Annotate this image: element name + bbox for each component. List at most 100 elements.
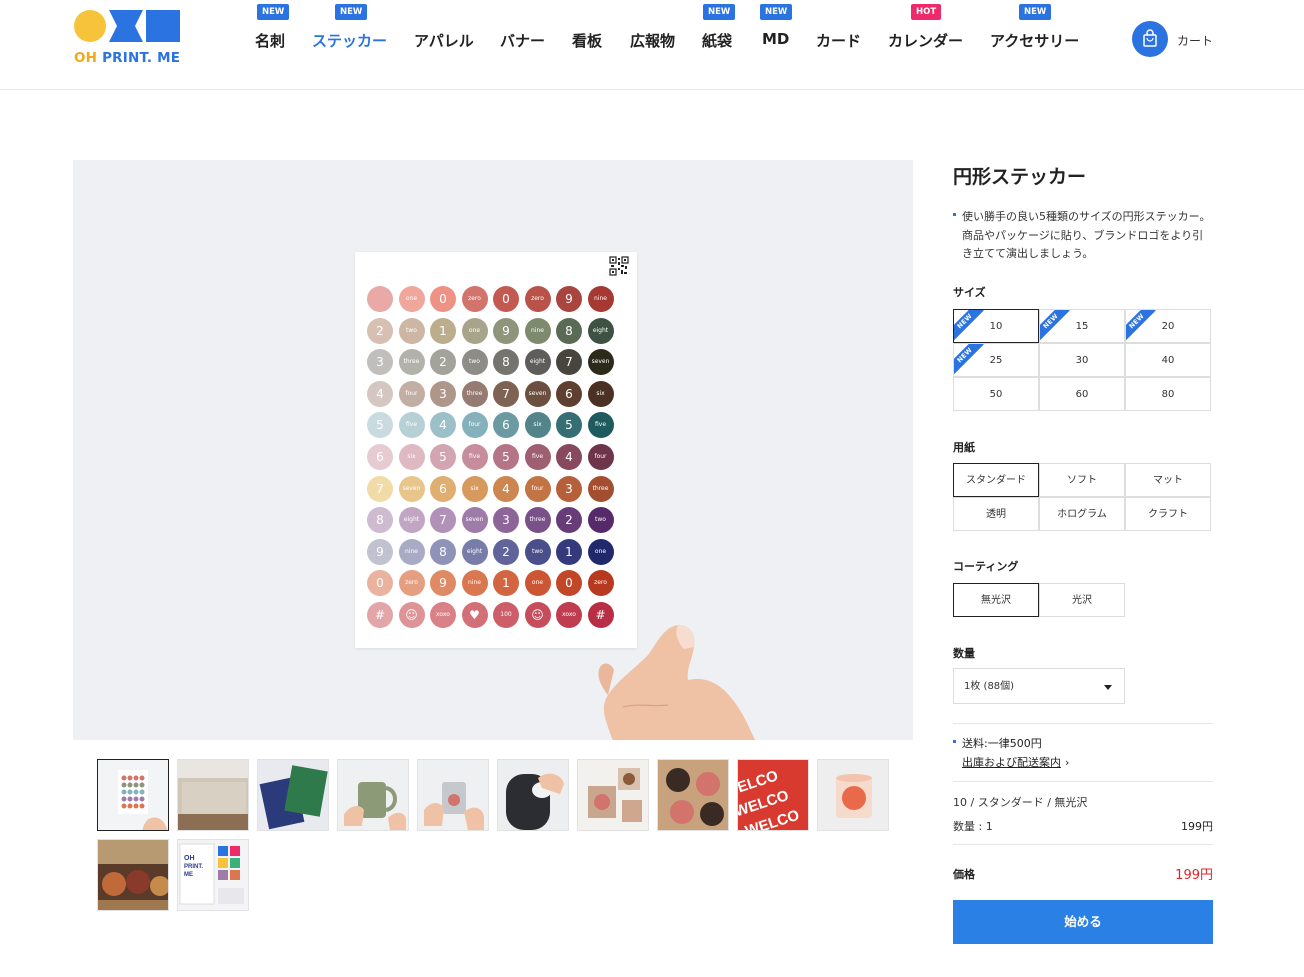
thumbnail-cards[interactable] xyxy=(257,759,329,831)
sticker-dot-label: eight xyxy=(466,547,483,555)
sticker-dot-label: xoxo xyxy=(436,611,450,618)
sticker-dot-label: ☺ xyxy=(531,608,544,622)
sticker-dot: zero xyxy=(461,286,488,312)
option-label: 15 xyxy=(1075,321,1089,332)
sticker-dot: 1 xyxy=(556,538,582,565)
size-option[interactable]: 30 xyxy=(1039,343,1125,377)
option-label: ホログラム xyxy=(1057,509,1107,520)
thumbnail-sticker-sheet[interactable] xyxy=(97,759,169,831)
nav-item-4[interactable]: 看板 xyxy=(572,30,602,51)
sticker-dot: two xyxy=(524,538,551,565)
sticker-dot-label: seven xyxy=(465,516,484,524)
nav-item-1[interactable]: ステッカー xyxy=(312,30,387,51)
paper-option[interactable]: 透明 xyxy=(953,497,1039,531)
sticker-dot: 6 xyxy=(493,412,519,439)
logo-bowtie-mark xyxy=(109,10,143,42)
thumbnail-cup[interactable] xyxy=(417,759,489,831)
nav-item-3[interactable]: バナー xyxy=(500,30,545,51)
sticker-dot-label: one xyxy=(531,579,544,587)
sticker-dot: two xyxy=(461,349,488,376)
thumbnail-welcome[interactable]: WELCO WELCO WELCO xyxy=(737,759,809,831)
nav-item-8[interactable]: カード xyxy=(816,30,861,51)
size-option[interactable]: 50 xyxy=(953,377,1039,411)
size-option[interactable]: NEW 10 xyxy=(953,309,1039,343)
thumbnail-booklet[interactable]: OH PRINT. ME xyxy=(177,839,249,911)
nav-item-9[interactable]: カレンダー xyxy=(888,30,963,51)
sticker-dot: two xyxy=(398,317,425,344)
thumbnail-table[interactable] xyxy=(577,759,649,831)
thumbnail-labels[interactable] xyxy=(657,759,729,831)
sticker-dot-label: two xyxy=(469,358,480,366)
sticker-dot: 2 xyxy=(430,349,456,376)
sticker-dot: 2 xyxy=(367,317,393,344)
sticker-dot-label: seven xyxy=(402,484,421,492)
size-option[interactable]: NEW 20 xyxy=(1125,309,1211,343)
thumbnail-case[interactable] xyxy=(497,759,569,831)
nav-item-7[interactable]: MD xyxy=(762,30,789,48)
sticker-dot: 8 xyxy=(493,349,519,376)
sticker-dot-label: one xyxy=(468,326,481,334)
nav-item-10[interactable]: アクセサリー xyxy=(990,30,1079,51)
sticker-dot-label: 6 xyxy=(439,481,447,496)
summary-line-price: 199円 xyxy=(1181,820,1213,833)
sticker-dot: one xyxy=(524,570,551,597)
sticker-dot: 0 xyxy=(430,286,456,312)
sticker-dot: three xyxy=(461,380,488,407)
paper-option[interactable]: クラフト xyxy=(1125,497,1211,531)
sticker-dot: six xyxy=(524,412,551,439)
new-badge: NEW xyxy=(257,4,290,20)
sticker-dot-label: 5 xyxy=(439,450,447,464)
nav-item-0[interactable]: 名刺 xyxy=(255,30,285,51)
quantity-select[interactable]: 1枚 (88個) xyxy=(953,668,1125,704)
sticker-dot: 3 xyxy=(430,380,456,407)
cart-label[interactable]: カート xyxy=(1177,32,1213,49)
paper-option[interactable]: マット xyxy=(1125,463,1211,497)
sticker-dot-label: zero xyxy=(405,579,418,587)
sticker-dot: 4 xyxy=(493,475,519,502)
sticker-dot: 8 xyxy=(556,317,582,344)
sticker-dot: five xyxy=(461,444,488,470)
nav-item-2[interactable]: アパレル xyxy=(414,30,474,51)
sticker-dot-label: 2 xyxy=(376,323,384,338)
start-button[interactable]: 始める xyxy=(953,900,1213,944)
shipping-info-link[interactable]: 出庫および配送案内 › xyxy=(962,754,1069,770)
sticker-dot-label: three xyxy=(592,484,609,492)
option-label: 光沢 xyxy=(1072,595,1092,606)
paper-option[interactable]: ソフト xyxy=(1039,463,1125,497)
size-option[interactable]: 40 xyxy=(1125,343,1211,377)
shopping-bag-icon xyxy=(1143,29,1157,47)
oh-print-me-logo[interactable]: OH PRINT. ME xyxy=(74,10,180,66)
sticker-dot: 3 xyxy=(367,349,393,376)
sticker-dot-label: 9 xyxy=(565,292,573,306)
size-option[interactable]: 60 xyxy=(1039,377,1125,411)
nav-item-5[interactable]: 広報物 xyxy=(630,30,675,51)
size-option[interactable]: NEW 15 xyxy=(1039,309,1125,343)
size-option[interactable]: 80 xyxy=(1125,377,1211,411)
coating-option[interactable]: 光沢 xyxy=(1039,583,1125,617)
sticker-dot: 9 xyxy=(430,570,456,597)
sticker-dot: xoxo xyxy=(430,602,456,628)
sticker-dot: four xyxy=(398,380,425,407)
size-option[interactable]: NEW 25 xyxy=(953,343,1039,377)
sticker-dot-label: 7 xyxy=(502,386,510,401)
sticker-dot-label: ☺ xyxy=(405,608,418,622)
thumbnail-bag[interactable] xyxy=(177,759,249,831)
sticker-dot: 6 xyxy=(430,475,456,502)
paper-option[interactable]: ホログラム xyxy=(1039,497,1125,531)
sticker-dot: 0 xyxy=(556,570,582,597)
new-ribbon: NEW xyxy=(1040,310,1070,341)
thumbnail-mug[interactable] xyxy=(337,759,409,831)
paper-option[interactable]: スタンダード xyxy=(953,463,1039,497)
new-ribbon: NEW xyxy=(954,310,984,341)
option-label: 25 xyxy=(989,355,1003,366)
sticker-dot-label: 6 xyxy=(502,418,510,433)
sticker-dot-label: 7 xyxy=(376,481,384,496)
sticker-dot-label: four xyxy=(405,389,418,397)
thumbnail-jam[interactable] xyxy=(97,839,169,911)
cart-button[interactable] xyxy=(1132,21,1168,57)
thumbnail-candle[interactable] xyxy=(817,759,889,831)
sticker-dot-label: 9 xyxy=(439,576,447,591)
coating-option[interactable]: 無光沢 xyxy=(953,583,1039,617)
nav-item-6[interactable]: 紙袋 xyxy=(702,30,732,51)
new-badge: NEW xyxy=(760,4,793,20)
